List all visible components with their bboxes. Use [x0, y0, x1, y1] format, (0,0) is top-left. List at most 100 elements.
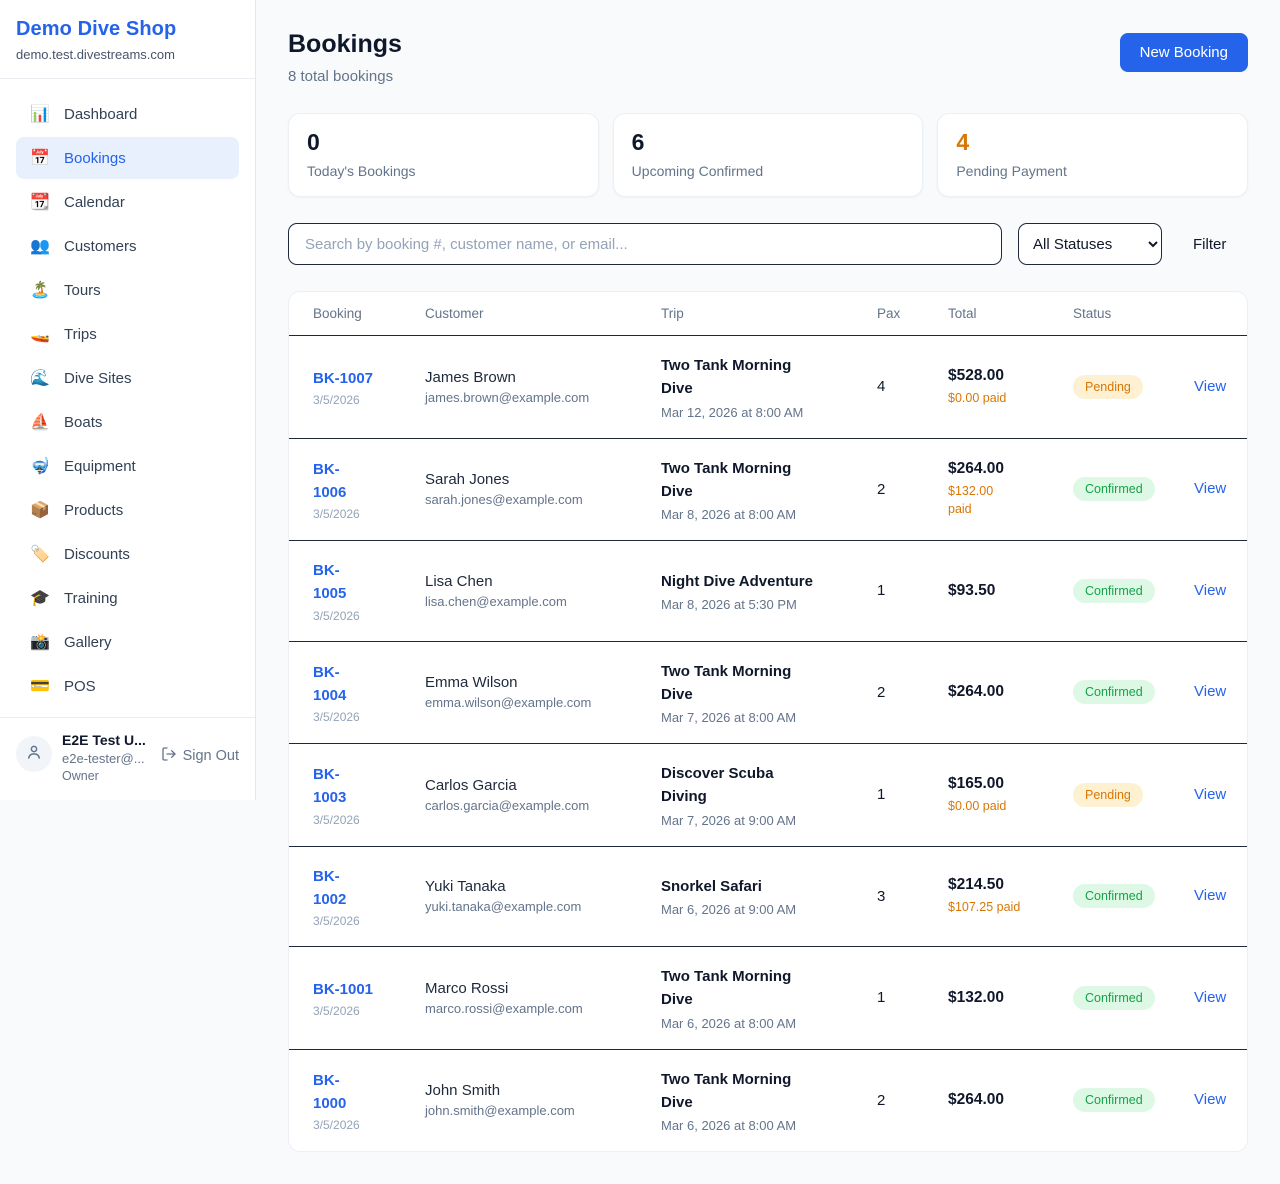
total-amount: $264.00 [948, 683, 1073, 701]
booking-number-link[interactable]: BK- 1002 [313, 865, 346, 912]
trip-datetime: Mar 8, 2026 at 5:30 PM [661, 597, 877, 612]
sidebar-item-label: Calendar [64, 194, 125, 211]
booking-date: 3/5/2026 [313, 507, 425, 521]
search-input[interactable] [288, 223, 1002, 265]
booking-number-link[interactable]: BK- 1006 [313, 458, 346, 505]
pax-count: 3 [877, 888, 948, 905]
camera-icon: 📸 [30, 632, 50, 652]
booking-date: 3/5/2026 [313, 393, 425, 407]
customer-email: marco.rossi@example.com [425, 1001, 661, 1016]
sidebar-item-trips[interactable]: 🚤 Trips [16, 313, 239, 355]
sidebar-item-bookings[interactable]: 📅 Bookings [16, 137, 239, 179]
column-header-trip: Trip [661, 306, 877, 321]
status-badge: Confirmed [1073, 680, 1155, 704]
view-link[interactable]: View [1194, 378, 1226, 395]
booking-date: 3/5/2026 [313, 813, 425, 827]
sidebar-item-tours[interactable]: 🏝️ Tours [16, 269, 239, 311]
total-amount: $528.00 [948, 367, 1073, 385]
sidebar-item-customers[interactable]: 👥 Customers [16, 225, 239, 267]
sidebar: Demo Dive Shop demo.test.divestreams.com… [0, 0, 256, 800]
customer-name: Marco Rossi [425, 980, 661, 997]
booking-row: BK- 1003 3/5/2026 Carlos Garcia carlos.g… [289, 744, 1247, 847]
pax-count: 1 [877, 989, 948, 1006]
status-filter-select[interactable]: All Statuses [1018, 223, 1162, 265]
status-badge: Confirmed [1073, 579, 1155, 603]
paid-amount: $107.25 paid [948, 898, 1073, 916]
status-badge: Confirmed [1073, 1088, 1155, 1112]
customer-name: James Brown [425, 369, 661, 386]
view-link[interactable]: View [1194, 582, 1226, 599]
total-amount: $264.00 [948, 460, 1073, 478]
view-link[interactable]: View [1194, 1091, 1226, 1108]
customer-email: james.brown@example.com [425, 390, 661, 405]
customer-email: carlos.garcia@example.com [425, 798, 661, 813]
customer-name: John Smith [425, 1082, 661, 1099]
sidebar-item-label: Tours [64, 282, 101, 299]
trip-datetime: Mar 6, 2026 at 8:00 AM [661, 1118, 877, 1133]
pax-count: 4 [877, 378, 948, 395]
user-email: e2e-tester@... [62, 751, 151, 766]
sidebar-item-products[interactable]: 📦 Products [16, 489, 239, 531]
customer-email: lisa.chen@example.com [425, 594, 661, 609]
booking-number-link[interactable]: BK-1001 [313, 978, 373, 1001]
sidebar-item-equipment[interactable]: 🤿 Equipment [16, 445, 239, 487]
sidebar-item-training[interactable]: 🎓 Training [16, 577, 239, 619]
trip-datetime: Mar 6, 2026 at 9:00 AM [661, 902, 877, 917]
status-badge: Confirmed [1073, 477, 1155, 501]
view-link[interactable]: View [1194, 480, 1226, 497]
stats-row: 0 Today's Bookings 6 Upcoming Confirmed … [288, 113, 1248, 197]
booking-number-link[interactable]: BK- 1005 [313, 559, 346, 606]
booking-row: BK- 1004 3/5/2026 Emma Wilson emma.wilso… [289, 642, 1247, 745]
customer-name: Sarah Jones [425, 471, 661, 488]
total-amount: $214.50 [948, 876, 1073, 894]
total-amount: $132.00 [948, 989, 1073, 1007]
customer-email: sarah.jones@example.com [425, 492, 661, 507]
calendar-icon: 📅 [30, 148, 50, 168]
view-link[interactable]: View [1194, 786, 1226, 803]
booking-number-link[interactable]: BK- 1003 [313, 763, 346, 810]
view-link[interactable]: View [1194, 989, 1226, 1006]
trip-name: Two Tank Morning Dive [661, 457, 877, 504]
sidebar-item-boats[interactable]: ⛵ Boats [16, 401, 239, 443]
user-icon [25, 743, 43, 766]
shop-domain: demo.test.divestreams.com [16, 47, 239, 62]
total-amount: $264.00 [948, 1091, 1073, 1109]
stat-value: 0 [307, 129, 580, 156]
booking-number-link[interactable]: BK-1007 [313, 367, 373, 390]
customer-name: Carlos Garcia [425, 777, 661, 794]
total-amount: $93.50 [948, 582, 1073, 600]
stat-label: Pending Payment [956, 163, 1229, 179]
sidebar-footer: E2E Test U... e2e-tester@... Owner Sign … [0, 717, 255, 801]
sidebar-item-label: Dive Sites [64, 370, 132, 387]
people-icon: 👥 [30, 236, 50, 256]
customer-email: john.smith@example.com [425, 1103, 661, 1118]
new-booking-button[interactable]: New Booking [1120, 33, 1248, 72]
view-link[interactable]: View [1194, 683, 1226, 700]
trip-datetime: Mar 7, 2026 at 9:00 AM [661, 813, 877, 828]
trip-name: Snorkel Safari [661, 875, 877, 898]
booking-number-link[interactable]: BK- 1004 [313, 661, 346, 708]
sidebar-item-calendar[interactable]: 📆 Calendar [16, 181, 239, 223]
booking-row: BK-1001 3/5/2026 Marco Rossi marco.rossi… [289, 947, 1247, 1050]
stat-card-todays-bookings: 0 Today's Bookings [288, 113, 599, 197]
main-content: Bookings 8 total bookings New Booking 0 … [256, 0, 1280, 1184]
booking-number-link[interactable]: BK- 1000 [313, 1069, 346, 1116]
sign-out-button[interactable]: Sign Out [161, 746, 239, 766]
trip-datetime: Mar 12, 2026 at 8:00 AM [661, 405, 877, 420]
trip-datetime: Mar 7, 2026 at 8:00 AM [661, 710, 877, 725]
sidebar-item-gallery[interactable]: 📸 Gallery [16, 621, 239, 663]
pax-count: 2 [877, 684, 948, 701]
pax-count: 1 [877, 786, 948, 803]
sidebar-item-dashboard[interactable]: 📊 Dashboard [16, 93, 239, 135]
sidebar-item-label: Gallery [64, 634, 112, 651]
view-link[interactable]: View [1194, 887, 1226, 904]
sign-out-icon [161, 746, 177, 766]
trip-name: Two Tank Morning Dive [661, 354, 877, 401]
filter-button[interactable]: Filter [1193, 236, 1226, 253]
stat-label: Today's Bookings [307, 163, 580, 179]
sidebar-item-discounts[interactable]: 🏷️ Discounts [16, 533, 239, 575]
sidebar-item-dive-sites[interactable]: 🌊 Dive Sites [16, 357, 239, 399]
sidebar-item-label: Bookings [64, 150, 126, 167]
sidebar-item-pos[interactable]: 💳 POS [16, 665, 239, 707]
stat-card-pending-payment: 4 Pending Payment [937, 113, 1248, 197]
